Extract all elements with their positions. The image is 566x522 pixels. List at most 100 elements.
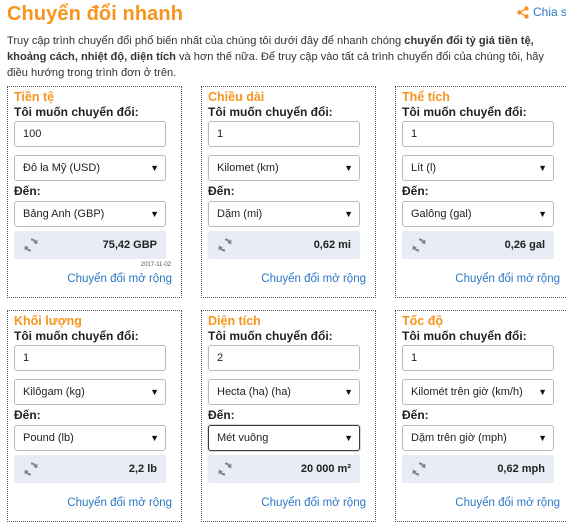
to-unit-select[interactable]: Bảng Anh (GBP) ▼ [14,201,166,227]
from-unit-value: Kilôgam (kg) [23,386,85,398]
dropdown-arrow-icon: ▼ [150,163,159,173]
refresh-button[interactable] [217,461,233,482]
from-unit-select[interactable]: Lít (l) ▼ [402,155,554,181]
result-value: 2,2 lb [128,463,157,475]
from-unit-select[interactable]: Kilôgam (kg) ▼ [14,379,166,405]
to-unit-value: Galông (gal) [411,208,472,220]
extended-conversion-link[interactable]: Chuyển đổi mở rộng [67,497,172,509]
refresh-icon[interactable] [217,461,233,477]
refresh-icon[interactable] [23,237,39,253]
amount-input[interactable]: 1 [402,345,554,371]
from-label: Tôi muốn chuyển đổi: [402,329,527,343]
dropdown-arrow-icon: ▼ [538,387,547,397]
to-unit-select[interactable]: Dặm (mi) ▼ [208,201,360,227]
dropdown-arrow-icon: ▼ [538,209,547,219]
refresh-button[interactable] [411,237,427,258]
intro-text: Truy cập trình chuyển đổi phổ biến nhất … [7,35,544,79]
dropdown-arrow-icon: ▼ [150,433,159,443]
from-label: Tôi muốn chuyển đổi: [14,329,139,343]
from-unit-value: Lít (l) [411,162,437,174]
to-label: Đến: [14,184,41,198]
to-unit-value: Mét vuông [217,432,269,444]
to-unit-select[interactable]: Galông (gal) ▼ [402,201,554,227]
card-title: Thể tích [402,90,450,104]
result-value: 20 000 m² [300,463,351,475]
from-label: Tôi muốn chuyển đổi: [14,105,139,119]
from-unit-value: Đô la Mỹ (USD) [23,162,101,174]
from-unit-value: Hecta (ha) (ha) [217,386,291,398]
from-unit-select[interactable]: Kilomét trên giờ (km/h) ▼ [402,379,554,405]
from-label: Tôi muốn chuyển đổi: [208,105,333,119]
refresh-icon[interactable] [23,461,39,477]
to-label: Đến: [208,184,235,198]
extended-conversion-link[interactable]: Chuyển đổi mở rộng [455,273,560,285]
to-unit-select[interactable]: Mét vuông ▼ [208,425,360,451]
refresh-button[interactable] [217,237,233,258]
from-unit-value: Kilomet (km) [217,162,279,174]
result-box: 0,26 gal [402,231,554,259]
to-unit-value: Dặm trên giờ (mph) [411,432,507,444]
converter-card-area: Diện tích Tôi muốn chuyển đổi: 2 Hecta (ha)… [201,310,376,522]
result-box: 2,2 lb [14,455,166,483]
card-title: Chiều dài [208,90,265,104]
dropdown-arrow-icon: ▼ [150,387,159,397]
to-label: Đến: [14,408,41,422]
result-box: 0,62 mph [402,455,554,483]
from-unit-value: Kilomét trên giờ (km/h) [411,386,523,398]
share-icon [517,5,529,19]
card-title: Khối lượng [14,314,82,328]
to-unit-value: Dặm (mi) [217,208,263,220]
refresh-icon[interactable] [217,237,233,253]
extended-conversion-link[interactable]: Chuyển đổi mở rộng [455,497,560,509]
result-box: 0,62 mi [208,231,360,259]
extended-conversion-link[interactable]: Chuyển đổi mở rộng [67,273,172,285]
dropdown-arrow-icon: ▼ [538,163,547,173]
card-title: Tiền tệ [14,90,55,104]
extended-conversion-link[interactable]: Chuyển đổi mở rộng [261,273,366,285]
share-button[interactable]: Chia s [517,5,566,19]
converter-card-length: Chiều dài Tôi muốn chuyển đổi: 1 Kilomet (k… [201,86,376,298]
converter-card-currency: Tiền tệ Tôi muốn chuyển đổi: 100 Đô la Mỹ (… [7,86,182,298]
from-label: Tôi muốn chuyển đổi: [208,329,333,343]
result-value: 0,62 mph [497,463,545,475]
refresh-button[interactable] [23,461,39,482]
result-value: 0,62 mi [313,239,351,251]
card-title: Tốc độ [402,314,443,328]
to-label: Đến: [402,408,429,422]
dropdown-arrow-icon: ▼ [344,209,353,219]
to-unit-select[interactable]: Dặm trên giờ (mph) ▼ [402,425,554,451]
from-unit-select[interactable]: Kilomet (km) ▼ [208,155,360,181]
to-unit-select[interactable]: Pound (lb) ▼ [14,425,166,451]
from-label: Tôi muốn chuyển đổi: [402,105,527,119]
converter-card-volume: Thể tích Tôi muốn chuyển đổi: 1 Lít (l) ▼ Đến… [395,86,566,298]
refresh-icon[interactable] [411,461,427,477]
dropdown-arrow-icon: ▼ [344,433,353,443]
dropdown-arrow-icon: ▼ [344,163,353,173]
extended-conversion-link[interactable]: Chuyển đổi mở rộng [261,497,366,509]
amount-input[interactable]: 1 [208,121,360,147]
to-label: Đến: [402,184,429,198]
refresh-button[interactable] [411,461,427,482]
refresh-button[interactable] [23,237,39,258]
to-unit-value: Bảng Anh (GBP) [23,208,105,220]
converter-card-speed: Tốc độ Tôi muốn chuyển đổi: 1 Kilomét trên … [395,310,566,522]
result-value: 0,26 gal [504,239,545,251]
dropdown-arrow-icon: ▼ [538,433,547,443]
result-box: 75,42 GBP [14,231,166,259]
to-label: Đến: [208,408,235,422]
converter-card-mass: Khối lượng Tôi muốn chuyển đổi: 1 Kilôgam (… [7,310,182,522]
rate-date: 2017-11-02 [140,262,171,268]
amount-input[interactable]: 1 [14,345,166,371]
amount-input[interactable]: 2 [208,345,360,371]
refresh-icon[interactable] [411,237,427,253]
amount-input[interactable]: 1 [402,121,554,147]
from-unit-select[interactable]: Hecta (ha) (ha) ▼ [208,379,360,405]
share-label: Chia s [533,5,566,19]
from-unit-select[interactable]: Đô la Mỹ (USD) ▼ [14,155,166,181]
result-box: 20 000 m² [208,455,360,483]
dropdown-arrow-icon: ▼ [150,209,159,219]
result-value: 75,42 GBP [102,239,157,251]
dropdown-arrow-icon: ▼ [344,387,353,397]
amount-input[interactable]: 100 [14,121,166,147]
to-unit-value: Pound (lb) [23,432,74,444]
